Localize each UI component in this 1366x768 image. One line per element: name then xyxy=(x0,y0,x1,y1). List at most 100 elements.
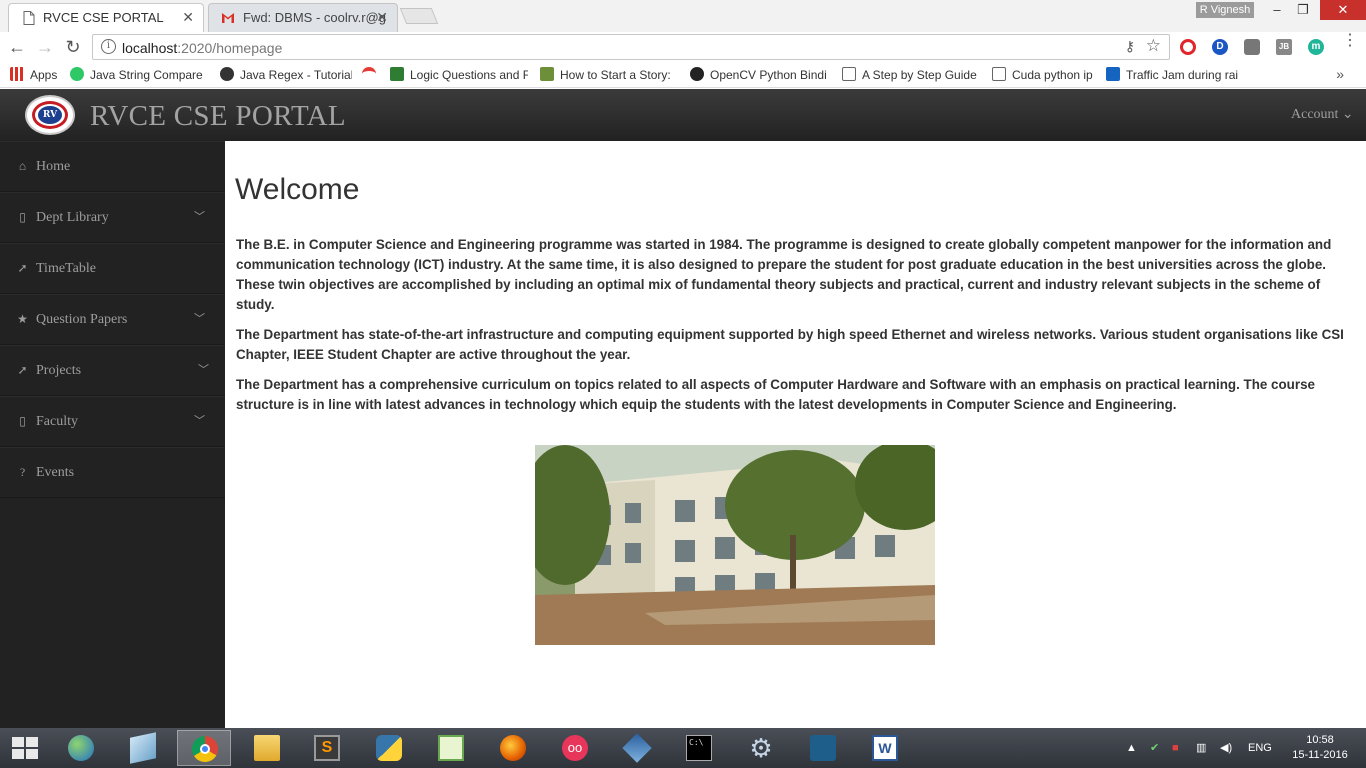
mysql-workbench-icon[interactable] xyxy=(796,730,850,766)
sidebar-item-label: Faculty xyxy=(36,414,78,429)
bookmark-step-by-step[interactable]: A Step by Step Guide xyxy=(842,67,978,83)
jetbrains-extension-icon[interactable]: JB xyxy=(1276,39,1292,55)
bookmark-java-string-compare[interactable]: Java String Compare xyxy=(70,67,210,83)
star-icon: ★ xyxy=(17,312,28,326)
sidebar-item-projects[interactable]: ➚ Projects ﹀ xyxy=(0,345,225,396)
sidebar-item-faculty[interactable]: ▯ Faculty ﹀ xyxy=(0,396,225,447)
new-tab-button[interactable] xyxy=(399,8,439,24)
system-clock[interactable]: 10:58 15-11-2016 xyxy=(1290,733,1350,763)
command-prompt-icon[interactable]: C:\ xyxy=(672,730,726,766)
bookmark-apps[interactable]: Apps xyxy=(10,67,65,83)
bookmark-traffic-jam[interactable]: Traffic Jam during rai xyxy=(1106,67,1244,83)
chevron-down-icon[interactable]: ﹀ xyxy=(198,346,209,395)
browser-toolbar: ← → ↻ i localhost:2020/homepage ⚷ ☆ D JB… xyxy=(0,32,1366,62)
tab-gmail[interactable]: Fwd: DBMS - coolrv.r@g ✕ xyxy=(208,3,398,32)
chevron-down-icon[interactable]: ﹀ xyxy=(194,295,205,344)
tray-expand-icon[interactable]: ▲ xyxy=(1126,728,1137,768)
bookmark-cuda-python[interactable]: Cuda python ip xyxy=(992,67,1097,83)
sidebar-item-label: TimeTable xyxy=(36,261,96,276)
d-icon xyxy=(1106,67,1120,81)
dashlane-extension-icon[interactable]: D xyxy=(1212,39,1228,55)
tray-app-icon[interactable]: ■ xyxy=(1172,728,1179,768)
portal-navbar: RV RVCE CSE PORTAL Account ⌄ xyxy=(0,89,1366,141)
volume-icon[interactable]: ◀) xyxy=(1220,728,1232,768)
paragraph: The Department has a comprehensive curri… xyxy=(236,377,1315,412)
gmail-icon xyxy=(222,13,234,23)
github-icon xyxy=(690,67,704,81)
bookmarks-overflow-icon[interactable]: » xyxy=(1336,66,1344,82)
sidebar-item-label: Home xyxy=(36,159,71,174)
url-path: :2020/homepage xyxy=(177,40,283,56)
intro-text: The B.E. in Computer Science and Enginee… xyxy=(236,235,1351,425)
paragraph: The B.E. in Computer Science and Enginee… xyxy=(236,237,1332,312)
bookmark-java-regex[interactable]: Java Regex - Tutorial xyxy=(220,67,352,83)
portal-sidebar: ⌂ Home ▯ Dept Library ﹀ ➚ TimeTable ★ Questi… xyxy=(0,141,225,728)
word-icon[interactable]: W xyxy=(858,730,912,766)
forward-arrow-icon[interactable]: → xyxy=(34,36,56,58)
file-explorer-icon[interactable] xyxy=(240,730,294,766)
notepad-plus-icon[interactable] xyxy=(424,730,478,766)
question-circle-icon: ? xyxy=(19,465,26,479)
back-arrow-icon[interactable]: ← xyxy=(6,36,28,58)
portal-brand[interactable]: RVCE CSE PORTAL xyxy=(90,100,346,133)
page-icon xyxy=(23,11,35,25)
chrome-menu-icon[interactable]: ⋮ xyxy=(1342,33,1358,49)
sidebar-item-timetable[interactable]: ➚ TimeTable xyxy=(0,243,225,294)
tab-title: Fwd: DBMS - coolrv.r@g xyxy=(243,10,386,25)
minimize-button[interactable]: – xyxy=(1264,0,1290,20)
firefox-icon[interactable] xyxy=(486,730,540,766)
browser-tabstrip: RVCE CSE PORTAL ✕ Fwd: DBMS - coolrv.r@g… xyxy=(0,0,1366,32)
virtualbox-icon[interactable] xyxy=(610,730,664,766)
sidebar-item-label: Projects xyxy=(36,363,82,378)
reload-icon[interactable]: ↻ xyxy=(62,36,84,58)
bookmark-swoosh[interactable] xyxy=(362,67,382,83)
hackerrank-icon xyxy=(70,67,84,81)
profile-badge[interactable]: R Vignesh xyxy=(1196,2,1254,18)
bookmark-logic-questions[interactable]: Logic Questions and F xyxy=(390,67,528,83)
key-icon[interactable]: ⚷ xyxy=(1125,38,1135,55)
url-host: localhost xyxy=(122,40,178,56)
extension-icon[interactable] xyxy=(1244,39,1260,55)
window-close-button[interactable]: ✕ xyxy=(1320,0,1366,20)
tab-title: RVCE CSE PORTAL xyxy=(43,10,164,25)
bookmark-star-icon[interactable]: ☆ xyxy=(1146,36,1161,56)
opera-extension-icon[interactable] xyxy=(1180,39,1196,55)
maximize-button[interactable]: ❐ xyxy=(1290,0,1316,20)
red-swoosh-icon xyxy=(362,67,376,81)
sidebar-item-events[interactable]: ? Events xyxy=(0,447,225,498)
send-icon: ➚ xyxy=(17,363,28,377)
flickr-dots-icon[interactable]: oo xyxy=(548,730,602,766)
chrome-icon[interactable] xyxy=(177,730,231,766)
m-extension-icon[interactable]: m xyxy=(1308,39,1324,55)
h-icon xyxy=(540,67,554,81)
settings-gear-icon[interactable]: ⚙ xyxy=(734,730,788,766)
close-tab-icon[interactable]: ✕ xyxy=(376,4,388,31)
main-content: Welcome The B.E. in Computer Science and… xyxy=(225,141,1366,728)
network-globe-icon[interactable] xyxy=(54,730,108,766)
chevron-down-icon[interactable]: ﹀ xyxy=(194,397,205,446)
security-shield-icon[interactable]: ✔ xyxy=(1150,728,1159,768)
sidebar-item-question-papers[interactable]: ★ Question Papers ﹀ xyxy=(0,294,225,345)
sidebar-item-label: Question Papers xyxy=(36,312,128,327)
sidebar-item-home[interactable]: ⌂ Home xyxy=(0,141,225,192)
sublime-text-icon[interactable]: S xyxy=(300,730,354,766)
person-icon: ▯ xyxy=(19,414,26,428)
tab-portal[interactable]: RVCE CSE PORTAL ✕ xyxy=(8,3,204,32)
sidebar-item-dept-library[interactable]: ▯ Dept Library ﹀ xyxy=(0,192,225,243)
address-bar[interactable]: i localhost:2020/homepage ⚷ ☆ xyxy=(92,34,1170,60)
info-icon[interactable]: i xyxy=(101,39,116,54)
windows-start-icon[interactable] xyxy=(12,737,38,759)
chevron-down-icon[interactable]: ﹀ xyxy=(194,193,205,242)
close-tab-icon[interactable]: ✕ xyxy=(182,4,194,31)
network-icon[interactable]: ▥ xyxy=(1196,728,1206,768)
bookmark-start-a-story[interactable]: How to Start a Story: xyxy=(540,67,678,83)
rvce-logo[interactable]: RV xyxy=(25,95,75,135)
windows-taskbar: S oo C:\ ⚙ W ▲ ✔ ■ ▥ ◀) ENG 10:58 15-11-… xyxy=(0,728,1366,768)
bookmark-opencv[interactable]: OpenCV Python Bindi xyxy=(690,67,828,83)
python-icon[interactable] xyxy=(362,730,416,766)
language-indicator[interactable]: ENG xyxy=(1248,728,1272,768)
notepad-icon[interactable] xyxy=(116,730,170,766)
paragraph: The Department has state-of-the-art infr… xyxy=(236,327,1344,362)
account-dropdown[interactable]: Account ⌄ xyxy=(1291,106,1354,123)
apps-grid-icon xyxy=(10,67,24,81)
